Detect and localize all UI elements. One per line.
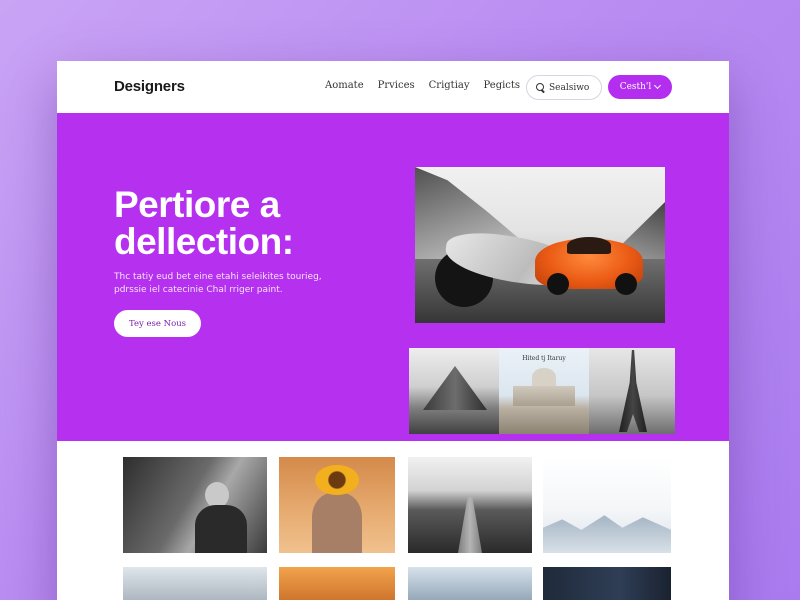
hero-image-car[interactable]	[415, 167, 665, 323]
nav-link-pegicts[interactable]: Pegicts	[484, 80, 521, 91]
contact-button-label: Cesth'l	[619, 82, 652, 92]
thumbnail-capitol[interactable]: Hited tj Itaruy	[499, 348, 589, 434]
person-coat	[195, 505, 247, 553]
gallery-tile-6[interactable]	[279, 567, 395, 600]
capitol-building	[513, 386, 575, 406]
nav-links: Aomate Prvices Crigtiay Pegicts	[325, 80, 520, 91]
hero-subtitle: Thc tatiy eud bet eine etahi seleikites …	[114, 272, 322, 295]
nav-link-crigtiay[interactable]: Crigtiay	[429, 80, 470, 91]
gallery-tile-8[interactable]	[543, 567, 671, 600]
search-input[interactable]	[549, 82, 601, 93]
rail-tracks	[458, 497, 482, 553]
car-wheel-rear	[615, 273, 637, 295]
car-windshield	[567, 237, 611, 254]
thumbnail-pyramid[interactable]	[409, 348, 499, 434]
gallery-tile-man-shadow[interactable]	[123, 457, 267, 553]
nav-link-prvices[interactable]: Prvices	[378, 80, 415, 91]
gallery-tile-sunflower-desert[interactable]	[279, 457, 395, 553]
hero-section: Pertiore a dellection: Thc tatiy eud bet…	[57, 113, 729, 441]
search-icon	[536, 83, 545, 92]
hero-title: Pertiore a dellection:	[114, 184, 294, 262]
thumbnail-caption: Hited tj Itaruy	[522, 355, 566, 362]
person-figure	[312, 493, 362, 553]
nav-link-aomate[interactable]: Aomate	[325, 80, 364, 91]
gallery-tile-5[interactable]	[123, 567, 267, 600]
gallery-tile-railway[interactable]	[408, 457, 532, 553]
sunflower	[315, 465, 359, 495]
navbar: Designers Aomate Prvices Crigtiay Pegict…	[57, 61, 729, 113]
hero-cta-button[interactable]: Tey ese Nous	[114, 310, 201, 337]
gallery-tile-7[interactable]	[408, 567, 532, 600]
browser-window: Designers Aomate Prvices Crigtiay Pegict…	[57, 61, 729, 600]
thumbnail-eiffel-tower[interactable]	[589, 348, 675, 434]
contact-button[interactable]: Cesth'l	[608, 75, 672, 99]
brand-logo[interactable]: Designers	[114, 78, 185, 95]
eiffel-tower-shape	[619, 350, 647, 432]
image-gallery	[57, 441, 729, 600]
gallery-tile-snowy-hills[interactable]	[543, 457, 671, 553]
chevron-down-icon	[654, 81, 662, 90]
pyramid-shape	[423, 366, 487, 410]
search-box[interactable]	[526, 75, 602, 100]
snowy-hills	[543, 515, 671, 553]
capitol-dome	[532, 368, 556, 386]
car-wheel-front	[547, 273, 569, 295]
